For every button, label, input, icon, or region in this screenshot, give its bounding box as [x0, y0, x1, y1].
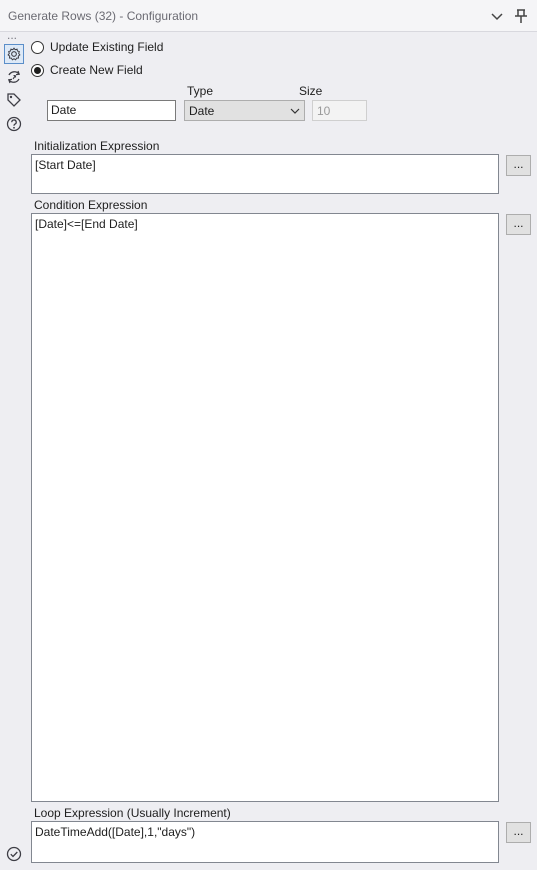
- type-select-value: Date: [189, 104, 215, 118]
- update-existing-label: Update Existing Field: [50, 40, 164, 54]
- size-input: 10: [312, 100, 367, 121]
- chevron-down-icon[interactable]: [488, 7, 506, 25]
- update-existing-radio[interactable]: [31, 40, 44, 54]
- initialization-expression-editor[interactable]: [Start Date]: [31, 154, 499, 194]
- check-circle-icon: [6, 846, 22, 862]
- more-options-icon[interactable]: ...: [7, 29, 21, 41]
- type-label: Type: [187, 84, 214, 98]
- window-title: Generate Rows (32) - Configuration: [8, 9, 199, 23]
- condition-expression-edit-button[interactable]: ...: [506, 214, 531, 235]
- size-label: Size: [299, 84, 323, 98]
- gear-icon[interactable]: [4, 44, 24, 64]
- help-icon[interactable]: [4, 114, 24, 134]
- create-new-field-option[interactable]: Create New Field: [31, 61, 143, 79]
- create-new-label: Create New Field: [50, 63, 143, 77]
- initialization-expression-edit-button[interactable]: ...: [506, 155, 531, 176]
- refresh-icon[interactable]: [4, 67, 24, 87]
- chevron-down-icon: [290, 108, 300, 114]
- field-name-input[interactable]: Date: [47, 100, 176, 121]
- condition-expression-editor[interactable]: [Date]<=[End Date]: [31, 213, 499, 802]
- loop-expression-edit-button[interactable]: ...: [506, 822, 531, 843]
- loop-expression-editor[interactable]: DateTimeAdd([Date],1,"days"): [31, 821, 499, 863]
- loop-expression-label: Loop Expression (Usually Increment): [34, 806, 231, 820]
- tag-icon[interactable]: [4, 90, 24, 110]
- create-new-radio[interactable]: [31, 63, 44, 77]
- pin-icon[interactable]: [512, 7, 530, 25]
- type-select[interactable]: Date: [184, 100, 305, 121]
- condition-expression-label: Condition Expression: [34, 198, 148, 212]
- title-bar: Generate Rows (32) - Configuration: [0, 0, 537, 32]
- initialization-expression-label: Initialization Expression: [34, 139, 160, 153]
- update-existing-field-option[interactable]: Update Existing Field: [31, 38, 163, 56]
